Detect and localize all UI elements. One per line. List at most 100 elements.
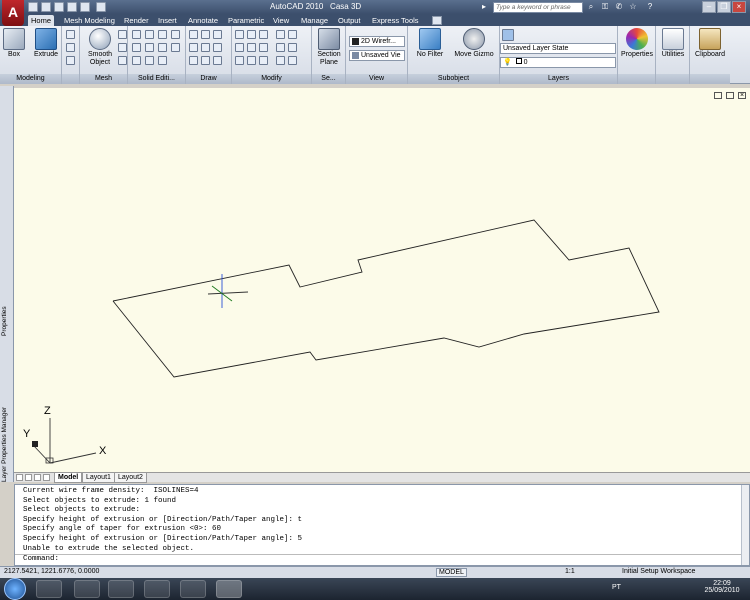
app-taskbar-icon[interactable] [180, 580, 206, 598]
box-button[interactable]: Box [2, 28, 26, 59]
helix-icon[interactable] [201, 43, 210, 52]
union-icon[interactable] [132, 30, 141, 39]
media-player-taskbar-icon[interactable] [108, 580, 134, 598]
panel-section-label[interactable]: Se... [312, 74, 345, 84]
sweep-icon[interactable] [66, 56, 75, 65]
polygon-icon[interactable] [189, 56, 198, 65]
last-layout-icon[interactable] [43, 474, 50, 481]
panel-layers-label[interactable]: Layers [500, 74, 617, 84]
open-icon[interactable] [41, 2, 51, 12]
tab-insert[interactable]: Insert [155, 15, 180, 26]
workspace-switcher[interactable]: Initial Setup Workspace [622, 568, 695, 575]
save-icon[interactable] [54, 2, 64, 12]
skype-taskbar-icon[interactable] [144, 580, 170, 598]
undo-icon[interactable] [67, 2, 77, 12]
tab-parametric[interactable]: Parametric [225, 15, 267, 26]
tab-mesh-modeling[interactable]: Mesh Modeling [61, 15, 118, 26]
properties-palette-tab[interactable]: Properties [1, 276, 13, 336]
tab-layout1[interactable]: Layout1 [82, 473, 115, 483]
search-icon[interactable]: ⌕ [586, 2, 596, 12]
scale-icon[interactable] [247, 56, 256, 65]
explode-icon[interactable] [259, 56, 268, 65]
array-icon[interactable] [259, 43, 268, 52]
clock[interactable]: 22:09 25/09/2010 [700, 580, 744, 594]
tab-output[interactable]: Output [335, 15, 364, 26]
extrude-faces-icon[interactable] [132, 43, 141, 52]
language-indicator[interactable]: PT [612, 584, 621, 591]
command-input[interactable]: Command: [15, 554, 749, 565]
copy-icon[interactable] [235, 43, 244, 52]
help-icon[interactable]: ? [645, 2, 655, 12]
polyline-icon[interactable] [189, 43, 198, 52]
presspull-icon[interactable] [66, 43, 75, 52]
model-space-button[interactable]: MODEL [436, 568, 467, 577]
thicken-icon[interactable] [145, 56, 154, 65]
separate-icon[interactable] [145, 43, 154, 52]
viewport-minimize-icon[interactable] [714, 92, 722, 99]
tab-view[interactable]: View [270, 15, 292, 26]
circle-icon[interactable] [213, 43, 222, 52]
3d-move-icon[interactable] [247, 30, 256, 39]
panel-clipboard-label[interactable] [690, 74, 730, 84]
ellipse-icon[interactable] [213, 56, 222, 65]
align-icon[interactable] [276, 30, 285, 39]
annotation-scale[interactable]: 1:1 [565, 568, 575, 575]
search-input[interactable]: Type a keyword or phrase [493, 2, 583, 13]
imprint-icon[interactable] [158, 56, 167, 65]
subtract-icon[interactable] [145, 30, 154, 39]
section-plane-button[interactable]: Section Plane [314, 28, 344, 67]
check-icon[interactable] [171, 43, 180, 52]
mesh-refine-icon[interactable] [118, 43, 127, 52]
move-gizmo-button[interactable]: Move Gizmo [450, 28, 498, 59]
move-icon[interactable] [235, 30, 244, 39]
properties-button[interactable]: Properties [619, 28, 655, 59]
visual-style-dropdown[interactable]: 2D Wirefr... [349, 36, 405, 47]
tab-annotate[interactable]: Annotate [185, 15, 221, 26]
stretch-icon[interactable] [235, 56, 244, 65]
layer-manager-palette-tab[interactable]: Layer Properties Manager [1, 404, 13, 482]
fillet-icon[interactable] [288, 30, 297, 39]
viewport-restore-icon[interactable] [726, 92, 734, 99]
tab-layout2[interactable]: Layout2 [114, 473, 147, 483]
line-icon[interactable] [189, 30, 198, 39]
first-layout-icon[interactable] [16, 474, 23, 481]
drawing-viewport[interactable]: Z Y X × [14, 88, 750, 472]
smooth-object-button[interactable]: Smooth Object [83, 28, 117, 67]
slice-icon[interactable] [132, 56, 141, 65]
new-icon[interactable] [28, 2, 38, 12]
minimize-button[interactable]: – [702, 1, 716, 13]
viewport-close-icon[interactable]: × [738, 92, 746, 99]
3d-rotate-icon[interactable] [259, 30, 268, 39]
current-layer-dropdown[interactable]: 💡 0 [500, 57, 616, 68]
spline-icon[interactable] [201, 56, 210, 65]
clipboard-button[interactable]: Clipboard [691, 28, 729, 59]
intersect-icon[interactable] [158, 30, 167, 39]
app-menu-button[interactable]: A [2, 0, 24, 26]
shell-icon[interactable] [158, 43, 167, 52]
trim-icon[interactable] [288, 43, 297, 52]
start-button[interactable] [4, 578, 26, 600]
panel-draw-label[interactable]: Draw [186, 74, 231, 84]
panel-properties-label[interactable] [618, 74, 655, 84]
tab-home[interactable]: Home [28, 15, 55, 26]
mesh-smooth-more-icon[interactable] [118, 30, 127, 39]
floor-plan-outline[interactable] [112, 219, 660, 378]
tab-model[interactable]: Model [54, 473, 83, 483]
layer-properties-icon[interactable] [502, 29, 514, 41]
polysolid-icon[interactable] [66, 30, 75, 39]
extract-edges-icon[interactable] [171, 30, 180, 39]
command-window[interactable]: Current wire frame density: ISOLINES=4 S… [14, 484, 750, 566]
next-layout-icon[interactable] [34, 474, 41, 481]
no-filter-button[interactable]: No Filter [412, 28, 448, 59]
mesh-crease-icon[interactable] [118, 56, 127, 65]
redo-icon[interactable] [80, 2, 90, 12]
panel-view-label[interactable]: View [346, 74, 407, 84]
explorer-taskbar-icon[interactable] [74, 580, 100, 598]
favorites-icon[interactable]: ☆ [628, 2, 638, 12]
tab-render[interactable]: Render [121, 15, 152, 26]
ie-taskbar-icon[interactable] [36, 580, 62, 598]
communication-icon[interactable]: ✆ [614, 2, 624, 12]
subscription-icon[interactable]: ⚿ [600, 2, 610, 12]
layer-state-dropdown[interactable]: Unsaved Layer State [500, 43, 616, 54]
plot-icon[interactable] [96, 2, 106, 12]
